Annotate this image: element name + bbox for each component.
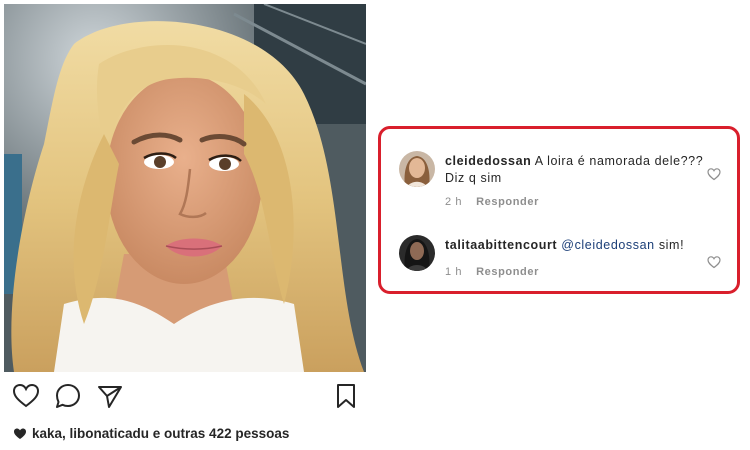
comment-meta: 2 h Responder bbox=[445, 196, 539, 208]
avatar[interactable] bbox=[399, 151, 435, 187]
reply-button[interactable]: Responder bbox=[476, 266, 539, 278]
comment-username[interactable]: cleidedossan bbox=[445, 154, 531, 168]
comment-text: sim! bbox=[658, 238, 685, 252]
likes-text[interactable]: kaka, libonaticadu e outras 422 pessoas bbox=[32, 426, 289, 441]
comment-time: 1 h bbox=[445, 266, 463, 278]
reply-button[interactable]: Responder bbox=[476, 196, 539, 208]
post-actions bbox=[10, 382, 366, 412]
likes-summary: kaka, libonaticadu e outras 422 pessoas bbox=[14, 426, 289, 441]
heart-filled-icon bbox=[14, 428, 26, 439]
comment-time: 2 h bbox=[445, 196, 463, 208]
comment-username[interactable]: talitaabittencourt bbox=[445, 238, 557, 252]
comment-mention[interactable]: @cleidedossan bbox=[561, 238, 654, 252]
post-photo bbox=[4, 4, 366, 372]
heart-icon[interactable] bbox=[12, 382, 40, 410]
comment-meta: 1 h Responder bbox=[445, 266, 539, 278]
comment-icon[interactable] bbox=[54, 382, 82, 410]
comment-body: talitaabittencourt @cleidedossan sim! bbox=[445, 237, 705, 254]
share-icon[interactable] bbox=[96, 382, 124, 410]
heart-icon[interactable] bbox=[707, 167, 721, 181]
comment-body: cleidedossan A loira é namorada dele??? … bbox=[445, 153, 705, 187]
heart-icon[interactable] bbox=[707, 255, 721, 269]
avatar[interactable] bbox=[399, 235, 435, 271]
highlighted-comments: cleidedossan A loira é namorada dele??? … bbox=[378, 126, 740, 294]
bookmark-icon[interactable] bbox=[332, 382, 360, 410]
